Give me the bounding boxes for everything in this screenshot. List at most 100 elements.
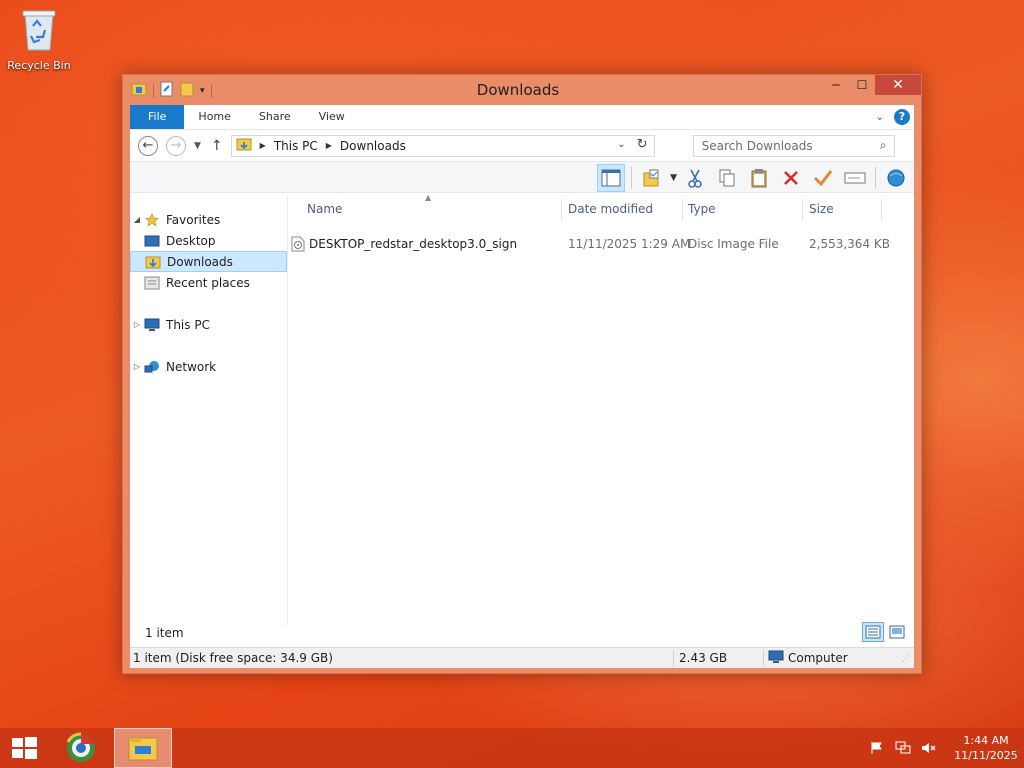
close-button[interactable]: ✕ xyxy=(875,75,921,95)
details-view-button[interactable] xyxy=(862,622,884,642)
up-button[interactable]: ↑ xyxy=(211,138,223,154)
nav-this-pc[interactable]: ▷ This PC xyxy=(130,314,287,335)
nav-recent-places[interactable]: Recent places xyxy=(144,272,287,293)
globe-button[interactable] xyxy=(882,164,910,192)
recent-locations-icon[interactable]: ▼ xyxy=(194,141,201,151)
large-icons-view-button[interactable] xyxy=(886,622,908,642)
cut-button[interactable] xyxy=(681,164,709,192)
back-button[interactable]: ← xyxy=(138,135,158,156)
help-icon[interactable]: ? xyxy=(894,109,910,125)
tab-view[interactable]: View xyxy=(305,105,359,129)
toolbar-divider xyxy=(875,167,876,189)
network-tray-icon[interactable] xyxy=(892,739,914,757)
disc-image-icon xyxy=(291,236,305,252)
column-size[interactable]: Size xyxy=(809,202,834,216)
recycle-bin-desktop-icon[interactable]: Recycle Bin xyxy=(6,6,72,72)
clock-date: 11/11/2025 xyxy=(954,749,1018,762)
check-button[interactable] xyxy=(809,164,837,192)
column-divider[interactable] xyxy=(802,199,803,221)
file-date-modified: 11/11/2025 1:29 AM xyxy=(568,237,691,251)
file-explorer-icon xyxy=(128,737,158,761)
recent-places-icon xyxy=(144,276,160,290)
nav-downloads[interactable]: Downloads xyxy=(130,251,287,272)
column-divider[interactable] xyxy=(561,199,562,221)
toolbar-divider xyxy=(631,167,633,189)
status-selected-size: 2.43 GB xyxy=(679,651,728,665)
breadcrumb-downloads[interactable]: Downloads xyxy=(340,139,406,153)
nav-network[interactable]: ▷ Network xyxy=(130,356,287,377)
minimize-button[interactable]: ─ xyxy=(823,75,849,95)
breadcrumb-separator-icon[interactable]: ▶ xyxy=(326,141,332,150)
expand-icon[interactable]: ▷ xyxy=(130,320,144,329)
expand-ribbon-icon[interactable]: ⌄ xyxy=(876,112,884,123)
column-name[interactable]: Name xyxy=(307,202,342,216)
network-icon xyxy=(144,360,160,374)
nav-desktop-label: Desktop xyxy=(166,233,216,248)
taskbar: 1:44 AM 11/11/2025 xyxy=(0,728,1024,768)
nav-downloads-label: Downloads xyxy=(167,254,233,269)
window-controls: ─ ☐ ✕ xyxy=(823,75,921,95)
expand-icon[interactable]: ▷ xyxy=(130,362,144,371)
status-divider xyxy=(673,650,674,667)
collapse-icon[interactable]: ◢ xyxy=(130,215,144,224)
search-placeholder: Search Downloads xyxy=(701,138,813,153)
properties-folder-button[interactable] xyxy=(638,164,666,192)
ribbon-tabs: File Home Share View ⌄ ? xyxy=(130,105,914,129)
desktop-icon xyxy=(144,234,160,248)
nav-favorites[interactable]: ◢ Favorites xyxy=(130,209,287,230)
recycle-bin-label: Recycle Bin xyxy=(7,59,71,72)
address-bar[interactable]: ▶ This PC ▶ Downloads ⌄ ↻ xyxy=(230,134,655,157)
windows-logo-icon xyxy=(12,737,37,759)
folder-location-icon xyxy=(236,137,252,154)
column-date-modified[interactable]: Date modified xyxy=(568,202,653,216)
forward-button[interactable]: → xyxy=(166,135,186,156)
preview-pane-button[interactable] xyxy=(597,164,626,192)
window-content: File Home Share View ⌄ ? ← → ▼ ↑ ▶ This … xyxy=(130,105,914,668)
rename-button[interactable] xyxy=(841,164,869,192)
downloads-folder-icon xyxy=(145,255,161,269)
volume-muted-icon[interactable] xyxy=(918,739,940,757)
file-name: DESKTOP_redstar_desktop3.0_sign xyxy=(309,237,518,251)
resize-grip-icon[interactable]: ⋰ xyxy=(902,654,910,663)
refresh-icon[interactable]: ↻ xyxy=(637,137,648,152)
column-divider[interactable] xyxy=(682,199,683,221)
column-divider[interactable] xyxy=(881,199,882,221)
column-headers: ▲ Name Date modified Type Size xyxy=(289,193,914,223)
nav-favorites-label: Favorites xyxy=(166,212,221,227)
start-button[interactable] xyxy=(10,736,38,760)
window-title: Downloads xyxy=(476,81,560,99)
breadcrumb-this-pc[interactable]: This PC xyxy=(274,139,318,153)
search-icon: ⌕ xyxy=(879,137,887,152)
search-input[interactable]: Search Downloads ⌕ xyxy=(692,134,895,157)
sort-arrow-icon: ▲ xyxy=(425,193,432,202)
navigation-pane: ◢ Favorites Desktop Downloads Recent pla… xyxy=(130,195,288,625)
table-row[interactable]: DESKTOP_redstar_desktop3.0_sign 11/11/20… xyxy=(289,233,914,255)
nav-desktop[interactable]: Desktop xyxy=(144,230,287,251)
copy-button[interactable] xyxy=(713,164,741,192)
status-disk-info: 1 item (Disk free space: 34.9 GB) xyxy=(133,651,333,665)
properties-dropdown-icon[interactable]: ▼ xyxy=(670,173,677,183)
paste-button[interactable] xyxy=(745,164,773,192)
nav-this-pc-label: This PC xyxy=(166,317,210,332)
tab-file[interactable]: File xyxy=(130,105,185,129)
nav-recent-label: Recent places xyxy=(166,275,250,290)
command-toolbar: ▼ xyxy=(130,161,914,193)
delete-button[interactable] xyxy=(777,164,805,192)
column-type[interactable]: Type xyxy=(688,202,716,216)
breadcrumb-separator-icon[interactable]: ▶ xyxy=(260,141,266,150)
action-center-flag-icon[interactable] xyxy=(866,739,888,757)
view-switcher xyxy=(862,622,908,642)
taskbar-browser-button[interactable] xyxy=(52,728,110,768)
tab-share[interactable]: Share xyxy=(245,105,305,129)
file-list: ▲ Name Date modified Type Size DESKTOP_r… xyxy=(289,193,914,625)
status-location: Computer xyxy=(788,651,848,665)
address-dropdown-icon[interactable]: ⌄ xyxy=(617,139,625,150)
title-bar[interactable]: ▾ Downloads ─ ☐ ✕ xyxy=(123,75,921,105)
clock-time: 1:44 AM xyxy=(963,734,1009,747)
status-bar: 1 item (Disk free space: 34.9 GB) 2.43 G… xyxy=(130,647,914,668)
tab-home[interactable]: Home xyxy=(184,105,244,129)
taskbar-explorer-button[interactable] xyxy=(114,728,172,768)
clock[interactable]: 1:44 AM 11/11/2025 xyxy=(948,733,1024,763)
computer-icon xyxy=(144,318,160,332)
maximize-button[interactable]: ☐ xyxy=(849,75,875,95)
